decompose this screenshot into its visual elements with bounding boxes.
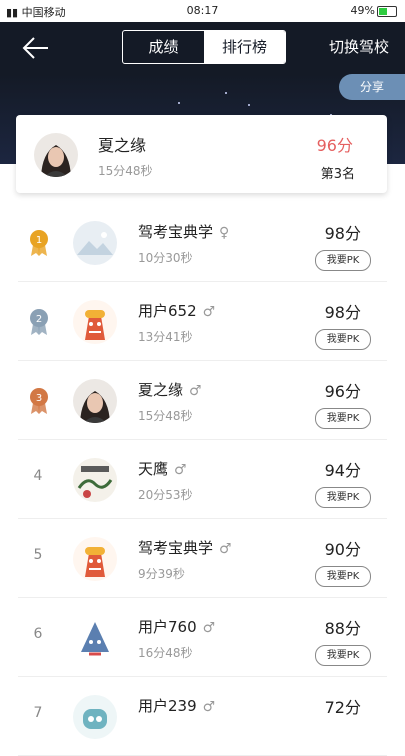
avatar xyxy=(73,379,117,423)
leaderboard-row: 3 夏之缘 ♂ 15分48秒 96分我要PK xyxy=(0,361,405,440)
switch-school-button[interactable]: 切换驾校 xyxy=(329,36,389,57)
my-score: 96分 xyxy=(316,136,353,155)
leaderboard-row: 1 驾考宝典学 ♀ 10分30秒 98分我要PK xyxy=(0,203,405,282)
battery-indicator: 49% xyxy=(351,4,397,17)
segmented-control: 成绩 排行榜 xyxy=(122,30,286,64)
my-result-card: 夏之缘 15分48秒 96分 第3名 xyxy=(16,115,387,193)
user-name: 用户760 ♂ xyxy=(138,618,216,636)
pk-button[interactable]: 我要PK xyxy=(315,250,371,271)
my-rank: 第3名 xyxy=(320,167,355,182)
user-time: 20分53秒 xyxy=(138,488,193,502)
user-score: 94分 xyxy=(324,461,361,480)
avatar xyxy=(73,300,117,344)
pk-button[interactable]: 我要PK xyxy=(315,645,371,666)
user-time: 13分41秒 xyxy=(138,330,193,344)
bronze-medal-icon: 3 xyxy=(28,387,50,415)
gender-icon: ♂ xyxy=(202,620,216,636)
my-name: 夏之缘 xyxy=(98,136,147,155)
back-arrow-icon[interactable] xyxy=(20,35,50,61)
leaderboard-row: 5 驾考宝典学 ♂ 9分39秒 90分我要PK xyxy=(0,519,405,598)
rank-number: 7 xyxy=(33,705,43,721)
gender-icon: ♂ xyxy=(202,699,216,715)
avatar xyxy=(73,616,117,660)
user-name: 用户652 ♂ xyxy=(138,302,216,320)
leaderboard-row: 4 天鹰 ♂ 20分53秒 94分我要PK xyxy=(0,440,405,519)
user-time: 16分48秒 xyxy=(138,646,193,660)
gender-icon: ♀ xyxy=(219,225,230,241)
avatar xyxy=(34,133,78,177)
user-time: 10分30秒 xyxy=(138,251,193,265)
rank-number: 4 xyxy=(33,468,43,484)
avatar xyxy=(73,537,117,581)
my-time: 15分48秒 xyxy=(98,164,153,178)
user-score: 88分 xyxy=(324,619,361,638)
user-time: 15分48秒 xyxy=(138,409,193,423)
status-bar: ▮▮ 中国移动 08:17 49% xyxy=(0,0,405,22)
user-time: 9分39秒 xyxy=(138,567,185,581)
tab-leaderboard[interactable]: 排行榜 xyxy=(204,31,285,63)
gender-icon: ♂ xyxy=(189,383,202,399)
user-name: 天鹰 ♂ xyxy=(138,460,187,478)
battery-icon xyxy=(377,5,397,17)
rank-number: 6 xyxy=(33,626,43,642)
user-score: 98分 xyxy=(324,303,361,322)
pk-button[interactable]: 我要PK xyxy=(315,487,371,508)
user-name: 驾考宝典学 ♀ xyxy=(138,223,230,241)
silver-medal-icon: 2 xyxy=(28,308,50,336)
top-nav-bar: 成绩 排行榜 切换驾校 xyxy=(0,22,405,74)
svg-text:3: 3 xyxy=(36,393,42,404)
pk-button[interactable]: 我要PK xyxy=(315,566,371,587)
gender-icon: ♂ xyxy=(174,462,187,478)
avatar xyxy=(73,221,117,265)
avatar xyxy=(73,695,117,739)
avatar xyxy=(73,458,117,502)
user-score: 72分 xyxy=(324,698,361,717)
leaderboard-row: 6 用户760 ♂ 16分48秒 88分我要PK xyxy=(0,598,405,677)
user-name: 用户239 ♂ xyxy=(138,697,216,715)
user-name: 夏之缘 ♂ xyxy=(138,381,202,399)
svg-text:1: 1 xyxy=(36,235,42,246)
user-name: 驾考宝典学 ♂ xyxy=(138,539,232,557)
pk-button[interactable]: 我要PK xyxy=(315,329,371,350)
gender-icon: ♂ xyxy=(202,304,216,320)
svg-text:2: 2 xyxy=(36,314,42,325)
user-score: 96分 xyxy=(324,382,361,401)
pk-button[interactable]: 我要PK xyxy=(315,408,371,429)
gold-medal-icon: 1 xyxy=(28,229,50,257)
user-score: 98分 xyxy=(324,224,361,243)
leaderboard-row: 7 用户239 ♂ 72分 xyxy=(0,677,405,756)
user-score: 90分 xyxy=(324,540,361,559)
rank-number: 5 xyxy=(33,547,43,563)
share-button[interactable]: 分享 xyxy=(339,74,405,100)
clock: 08:17 xyxy=(186,4,219,17)
gender-icon: ♂ xyxy=(219,541,232,557)
tab-score[interactable]: 成绩 xyxy=(123,31,204,63)
leaderboard-row: 2 用户652 ♂ 13分41秒 98分我要PK xyxy=(0,282,405,361)
